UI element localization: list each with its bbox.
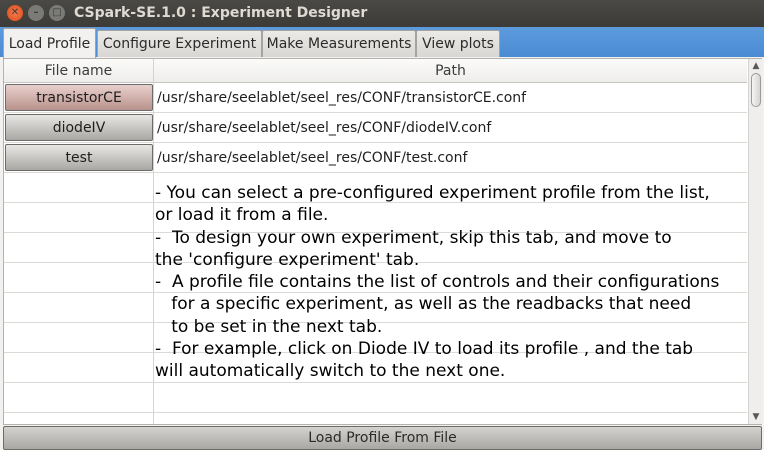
empty-cell: [4, 323, 154, 353]
table-row: [4, 383, 747, 413]
empty-cell: [4, 383, 154, 413]
file-name-cell: transistorCE: [4, 83, 154, 113]
file-name-cell: test: [4, 143, 154, 173]
path-cell[interactable]: /usr/share/seelablet/seel_res/CONF/diode…: [154, 113, 747, 143]
table-header: File name Path: [4, 59, 747, 83]
vertical-scrollbar[interactable]: ▲ ▼: [748, 59, 762, 424]
tab-view-plots[interactable]: View plots: [416, 30, 500, 57]
profile-button-diodeiv[interactable]: diodeIV: [5, 114, 153, 141]
window-title: CSpark-SE.1.0 : Experiment Designer: [74, 5, 368, 21]
table-body: transistorCE /usr/share/seelablet/seel_r…: [4, 83, 747, 424]
column-header-path[interactable]: Path: [154, 59, 747, 83]
table-row[interactable]: transistorCE /usr/share/seelablet/seel_r…: [4, 83, 747, 113]
empty-cell: [4, 233, 154, 263]
tab-load-profile[interactable]: Load Profile: [3, 28, 96, 58]
title-bar: ✕ – □ CSpark-SE.1.0 : Experiment Designe…: [0, 0, 764, 27]
empty-cell: [4, 413, 154, 424]
path-cell[interactable]: /usr/share/seelablet/seel_res/CONF/test.…: [154, 143, 747, 173]
scroll-down-arrow-icon[interactable]: ▼: [750, 411, 762, 423]
empty-cell: [4, 263, 154, 293]
table-row[interactable]: diodeIV /usr/share/seelablet/seel_res/CO…: [4, 113, 747, 143]
scroll-up-arrow-icon[interactable]: ▲: [750, 60, 762, 72]
tab-configure-experiment[interactable]: Configure Experiment: [97, 30, 262, 57]
empty-cell: [4, 293, 154, 323]
column-header-file-name[interactable]: File name: [4, 59, 154, 83]
empty-cell: [4, 203, 154, 233]
empty-cell: [4, 173, 154, 203]
minimize-window-button[interactable]: –: [28, 5, 44, 21]
file-name-cell: diodeIV: [4, 113, 154, 143]
table-row[interactable]: test /usr/share/seelablet/seel_res/CONF/…: [4, 143, 747, 173]
profile-button-transistorce[interactable]: transistorCE: [5, 84, 153, 111]
scrollbar-thumb[interactable]: [751, 73, 761, 107]
table-row: [4, 413, 747, 424]
profile-table: File name Path transistorCE /usr/share/s…: [3, 58, 762, 425]
close-window-button[interactable]: ✕: [7, 5, 23, 21]
path-cell[interactable]: /usr/share/seelablet/seel_res/CONF/trans…: [154, 83, 747, 113]
tab-make-measurements[interactable]: Make Measurements: [262, 30, 416, 57]
empty-cell: [4, 353, 154, 383]
tab-bar: Load Profile Configure Experiment Make M…: [0, 27, 764, 58]
instructions-text: - You can select a pre-configured experi…: [155, 183, 720, 382]
load-profile-from-file-button[interactable]: Load Profile From File: [3, 426, 762, 450]
maximize-window-button[interactable]: □: [49, 5, 65, 21]
profile-button-test[interactable]: test: [5, 144, 153, 171]
